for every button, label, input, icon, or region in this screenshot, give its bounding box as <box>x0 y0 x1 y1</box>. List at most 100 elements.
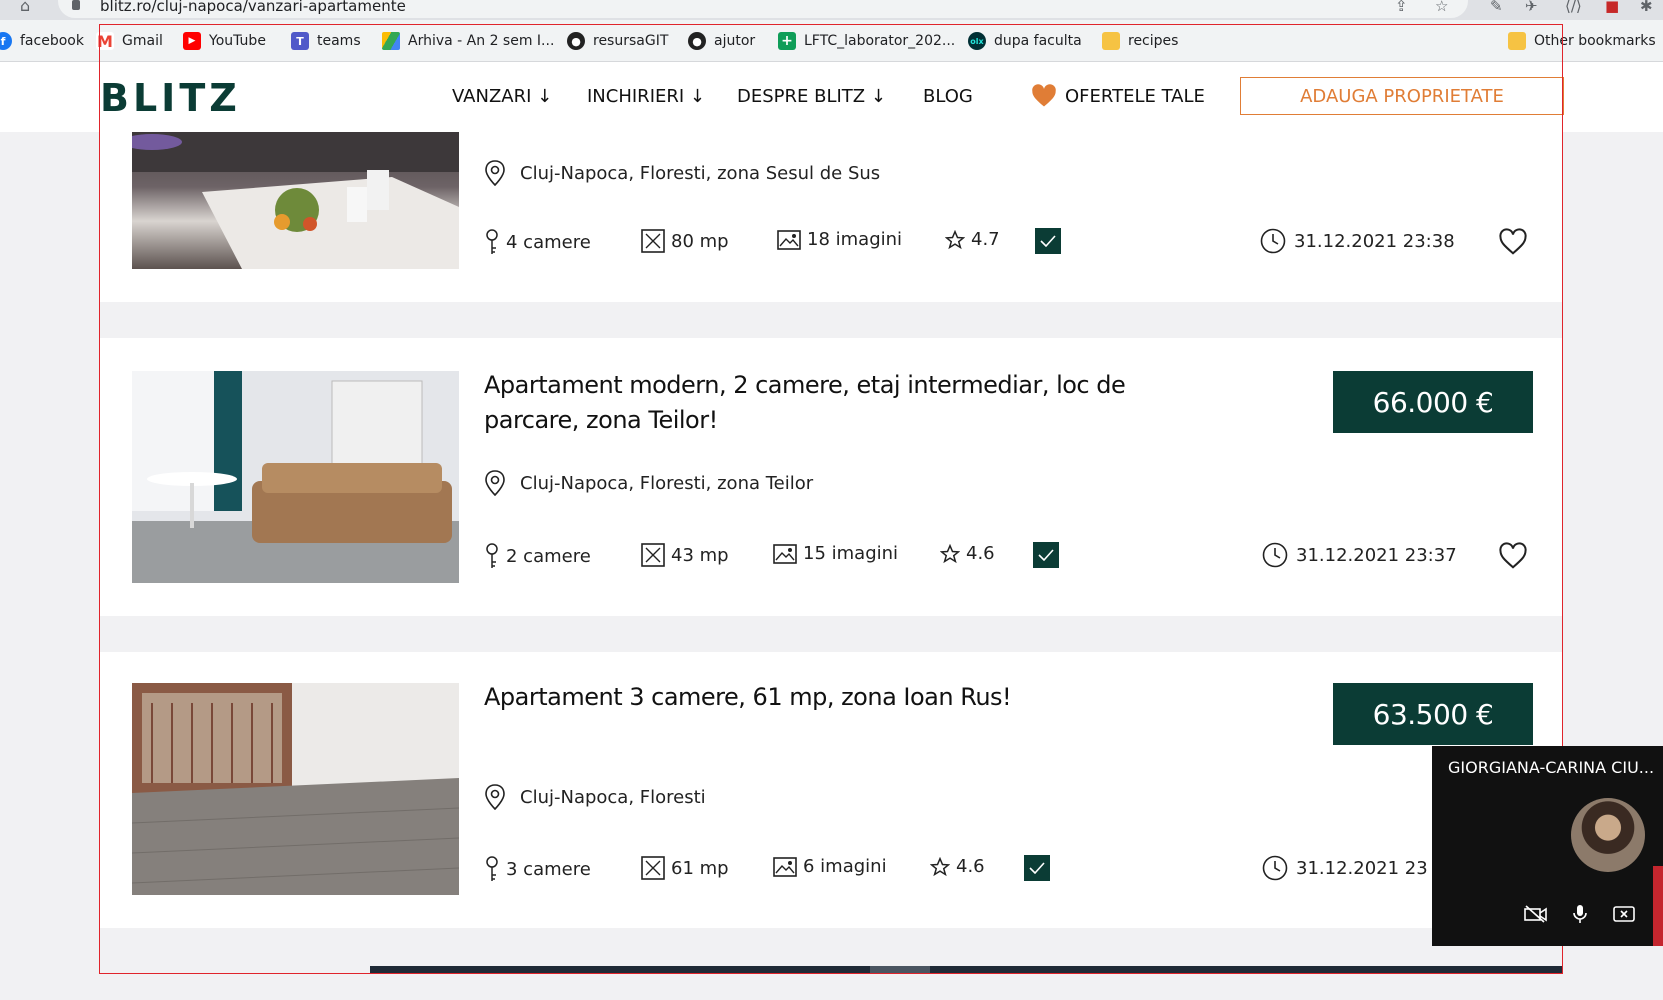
listing-images: 18 imagini <box>777 229 902 250</box>
heart-outline-icon[interactable] <box>1498 228 1528 256</box>
listing-rooms: 3 camere <box>484 855 591 883</box>
listing-date: 31.12.2021 23:38 <box>1260 228 1455 254</box>
camera-off-icon[interactable] <box>1522 902 1550 926</box>
youtube-icon: ▶ <box>183 32 201 50</box>
microphone-icon[interactable] <box>1566 902 1594 926</box>
star-icon[interactable]: ☆ <box>1435 0 1448 14</box>
listing-photo[interactable] <box>132 683 459 895</box>
star-icon <box>930 856 950 876</box>
add-property-button[interactable]: ADAUGA PROPRIETATE <box>1240 77 1564 115</box>
nav-vanzari[interactable]: VANZARI ↓ <box>452 86 552 107</box>
participant-avatar <box>1571 798 1645 872</box>
living-room-photo <box>132 371 459 583</box>
area-icon <box>641 229 665 253</box>
listing-rating: 4.6 <box>930 856 985 877</box>
image-icon <box>773 856 797 877</box>
verified-check-icon <box>1035 228 1061 254</box>
lock-icon[interactable] <box>72 0 80 10</box>
site-header: BLITZ VANZARI ↓ INCHIRIERI ↓ DESPRE BLIT… <box>0 62 1663 132</box>
bookmark-facebook[interactable]: f facebook <box>0 30 84 52</box>
stop-share-icon[interactable] <box>1610 902 1638 926</box>
bookmark-resursagit[interactable]: ● resursaGIT <box>567 30 668 52</box>
folder-icon <box>1102 32 1120 50</box>
heart-outline-icon[interactable] <box>1498 542 1528 570</box>
listing-card[interactable]: Apartament modern, 2 camere, etaj interm… <box>100 338 1562 616</box>
listing-title[interactable]: Apartament 3 camere, 61 mp, zona Ioan Ru… <box>484 680 1204 715</box>
verified-check-icon <box>1024 855 1050 881</box>
listing-rating: 4.6 <box>940 543 995 564</box>
blitz-logo[interactable]: BLITZ <box>100 76 241 120</box>
share-icon[interactable]: ⇪ <box>1395 0 1408 14</box>
puzzle-icon[interactable]: ✱ <box>1640 0 1653 14</box>
pen-extension-icon[interactable]: ✎ <box>1490 0 1503 14</box>
listing-photo[interactable] <box>132 132 459 269</box>
bookmark-ajutor[interactable]: ● ajutor <box>688 30 755 52</box>
horizontal-scrollbar[interactable] <box>370 966 1563 974</box>
listing-area: 61 mp <box>641 856 729 880</box>
listing-title[interactable]: Apartament modern, 2 camere, etaj interm… <box>484 368 1204 438</box>
nav-blog[interactable]: BLOG <box>923 86 973 107</box>
map-pin-icon <box>485 470 505 496</box>
area-icon <box>641 543 665 567</box>
listing-rooms: 2 camere <box>484 542 591 570</box>
home-icon[interactable]: ⌂ <box>20 0 30 14</box>
listing-location: Cluj-Napoca, Floresti <box>484 784 706 810</box>
devtools-icon[interactable]: ⟨/⟩ <box>1565 0 1582 14</box>
listing-photo[interactable] <box>132 371 459 583</box>
bookmark-recipes[interactable]: recipes <box>1102 30 1178 52</box>
listing-location: Cluj-Napoca, Floresti, zona Teilor <box>484 470 813 496</box>
area-icon <box>641 856 665 880</box>
key-icon <box>486 856 498 881</box>
scrollbar-thumb[interactable] <box>870 966 930 974</box>
bookmark-other[interactable]: Other bookmarks <box>1508 30 1656 52</box>
heart-filled-icon[interactable] <box>1030 82 1058 110</box>
listing-area: 43 mp <box>641 543 729 567</box>
bookmark-teams[interactable]: T teams <box>291 30 361 52</box>
bookmark-dupa-faculta[interactable]: olx dupa faculta <box>968 30 1082 52</box>
url-text[interactable]: blitz.ro/cluj-napoca/vanzari-apartamente <box>100 0 406 14</box>
listing-images: 6 imagini <box>773 856 887 877</box>
hangup-button[interactable] <box>1653 866 1663 946</box>
map-pin-icon <box>485 160 505 186</box>
listing-area: 80 mp <box>641 229 729 253</box>
image-icon <box>773 543 797 564</box>
kitchen-photo <box>132 132 459 269</box>
video-call-overlay[interactable]: GIORGIANA-CARINA CIU... <box>1432 746 1663 946</box>
olx-icon: olx <box>968 32 986 50</box>
adblock-icon[interactable]: ■ <box>1605 0 1619 14</box>
listing-rooms: 4 camere <box>484 228 591 256</box>
nav-inchirieri[interactable]: INCHIRIERI ↓ <box>587 86 705 107</box>
bookmark-arhiva[interactable]: Arhiva - An 2 sem I... <box>382 30 554 52</box>
star-icon <box>940 543 960 563</box>
gmail-icon: M <box>96 31 114 51</box>
nav-despre-blitz[interactable]: DESPRE BLITZ ↓ <box>737 86 886 107</box>
listing-rating: 4.7 <box>945 229 1000 250</box>
listing-price: 63.500 € <box>1333 683 1533 745</box>
clock-icon <box>1262 542 1288 568</box>
bookmark-youtube[interactable]: ▶ YouTube <box>183 30 266 52</box>
google-drive-icon <box>382 32 400 50</box>
extension-icon[interactable]: ✈ <box>1525 0 1538 14</box>
teams-icon: T <box>291 32 309 50</box>
plus-doc-icon: + <box>778 32 796 50</box>
image-icon <box>777 229 801 250</box>
listing-card[interactable]: Apartament 3 camere, 61 mp, zona Ioan Ru… <box>100 652 1562 928</box>
github-icon: ● <box>688 32 706 50</box>
bookmarks-bar: f facebook M Gmail ▶ YouTube T teams Arh… <box>0 20 1663 62</box>
browser-address-bar: ⌂ blitz.ro/cluj-napoca/vanzari-apartamen… <box>0 0 1663 20</box>
map-pin-icon <box>485 784 505 810</box>
listing-price: 66.000 € <box>1333 371 1533 433</box>
clock-icon <box>1262 855 1288 881</box>
listing-date: 31.12.2021 23 <box>1262 855 1428 881</box>
key-icon <box>486 543 498 568</box>
nav-ofertele-tale[interactable]: OFERTELE TALE <box>1065 86 1205 107</box>
folder-icon <box>1508 32 1526 50</box>
bookmark-lftc[interactable]: + LFTC_laborator_202... <box>778 30 955 52</box>
bookmark-gmail[interactable]: M Gmail <box>96 30 163 52</box>
listing-images: 15 imagini <box>773 543 898 564</box>
listing-card[interactable]: Cluj-Napoca, Floresti, zona Sesul de Sus… <box>100 132 1562 302</box>
listing-date: 31.12.2021 23:37 <box>1262 542 1457 568</box>
verified-check-icon <box>1033 542 1059 568</box>
participant-name: GIORGIANA-CARINA CIU... <box>1448 758 1655 777</box>
key-icon <box>486 229 498 254</box>
